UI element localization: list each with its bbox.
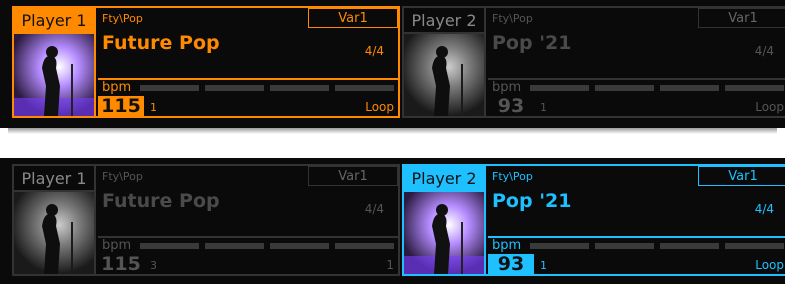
time-signature: 4/4	[754, 44, 774, 58]
panel-shadow	[8, 128, 777, 134]
player-2-card[interactable]: Player 2 Fty\Pop Var1 Pop '21 4/4 bpm 93…	[402, 164, 785, 276]
beat-bars	[530, 243, 784, 249]
beat-bars	[530, 85, 784, 91]
player-1-card[interactable]: Player 1 Fty\Pop Var1 Future Pop 4/4 bpm…	[12, 6, 400, 118]
measure-counter: 1	[540, 259, 547, 272]
player-panel-bottom: Player 1 Fty\Pop Var1 Future Pop 4/4 bpm…	[0, 158, 785, 284]
bpm-label: bpm	[102, 80, 132, 95]
beat-bars	[140, 85, 394, 91]
variation-badge[interactable]: Var1	[308, 8, 398, 28]
beat-bars	[140, 243, 394, 249]
player-1-label[interactable]: Player 1	[14, 8, 96, 34]
variation-badge[interactable]: Var1	[698, 166, 785, 186]
tempo-value[interactable]: 115	[98, 95, 144, 117]
tempo-value[interactable]: 93	[488, 253, 534, 275]
style-thumbnail	[404, 192, 486, 274]
style-name[interactable]: Pop '21	[492, 190, 571, 212]
measure-counter: 1	[540, 101, 547, 114]
time-signature: 4/4	[754, 202, 774, 216]
player-1-label[interactable]: Player 1	[14, 166, 96, 192]
variation-badge[interactable]: Var1	[308, 166, 398, 186]
style-name[interactable]: Pop '21	[492, 32, 571, 54]
style-category: Fty\Pop	[102, 170, 143, 183]
tempo-value[interactable]: 93	[488, 95, 534, 117]
style-category: Fty\Pop	[492, 12, 533, 25]
style-thumbnail	[14, 192, 96, 274]
player-1-card[interactable]: Player 1 Fty\Pop Var1 Future Pop 4/4 bpm…	[12, 164, 400, 276]
player-panel-top: Player 1 Fty\Pop Var1 Future Pop 4/4 bpm…	[0, 0, 785, 134]
tempo-value[interactable]: 115	[98, 253, 144, 275]
play-mode[interactable]: 1	[386, 258, 394, 272]
time-signature: 4/4	[364, 44, 384, 58]
bpm-label: bpm	[492, 238, 522, 253]
bpm-label: bpm	[102, 238, 132, 253]
style-thumbnail	[404, 34, 486, 116]
play-mode[interactable]: Loop	[755, 100, 784, 114]
variation-badge[interactable]: Var1	[698, 8, 785, 28]
player-2-card[interactable]: Player 2 Fty\Pop Var1 Pop '21 4/4 bpm 93…	[402, 6, 785, 118]
style-name[interactable]: Future Pop	[102, 190, 220, 212]
play-mode[interactable]: Loop	[365, 100, 394, 114]
bpm-label: bpm	[492, 80, 522, 95]
time-signature: 4/4	[364, 202, 384, 216]
style-name[interactable]: Future Pop	[102, 32, 220, 54]
style-thumbnail	[14, 34, 96, 116]
play-mode[interactable]: Loop	[755, 258, 784, 272]
style-category: Fty\Pop	[102, 12, 143, 25]
player-2-label[interactable]: Player 2	[404, 166, 486, 192]
measure-counter: 1	[150, 101, 157, 114]
player-2-label[interactable]: Player 2	[404, 8, 486, 34]
measure-counter: 3	[150, 259, 157, 272]
style-category: Fty\Pop	[492, 170, 533, 183]
